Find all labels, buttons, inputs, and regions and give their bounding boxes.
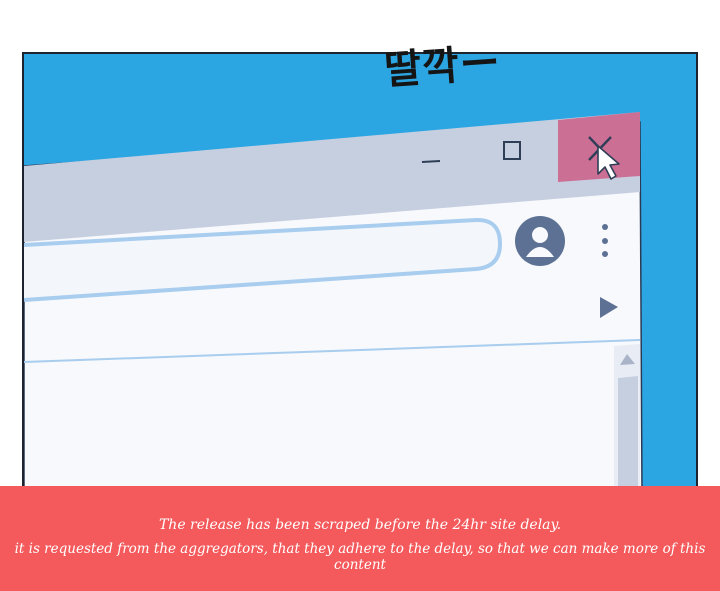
comic-panel: [22, 52, 698, 492]
sound-effect-text: 딸깍ー: [382, 39, 503, 95]
kebab-menu-icon[interactable]: [602, 224, 608, 257]
minimize-icon[interactable]: [421, 160, 441, 163]
scrollbar-thumb[interactable]: [618, 376, 638, 492]
notice-banner: The release has been scraped before the …: [0, 486, 720, 591]
profile-avatar-icon[interactable]: [515, 216, 565, 266]
notice-line-2: it is requested from the aggregators, th…: [14, 541, 706, 573]
browser-illustration: [24, 54, 696, 492]
notice-line-1: The release has been scraped before the …: [158, 517, 562, 533]
